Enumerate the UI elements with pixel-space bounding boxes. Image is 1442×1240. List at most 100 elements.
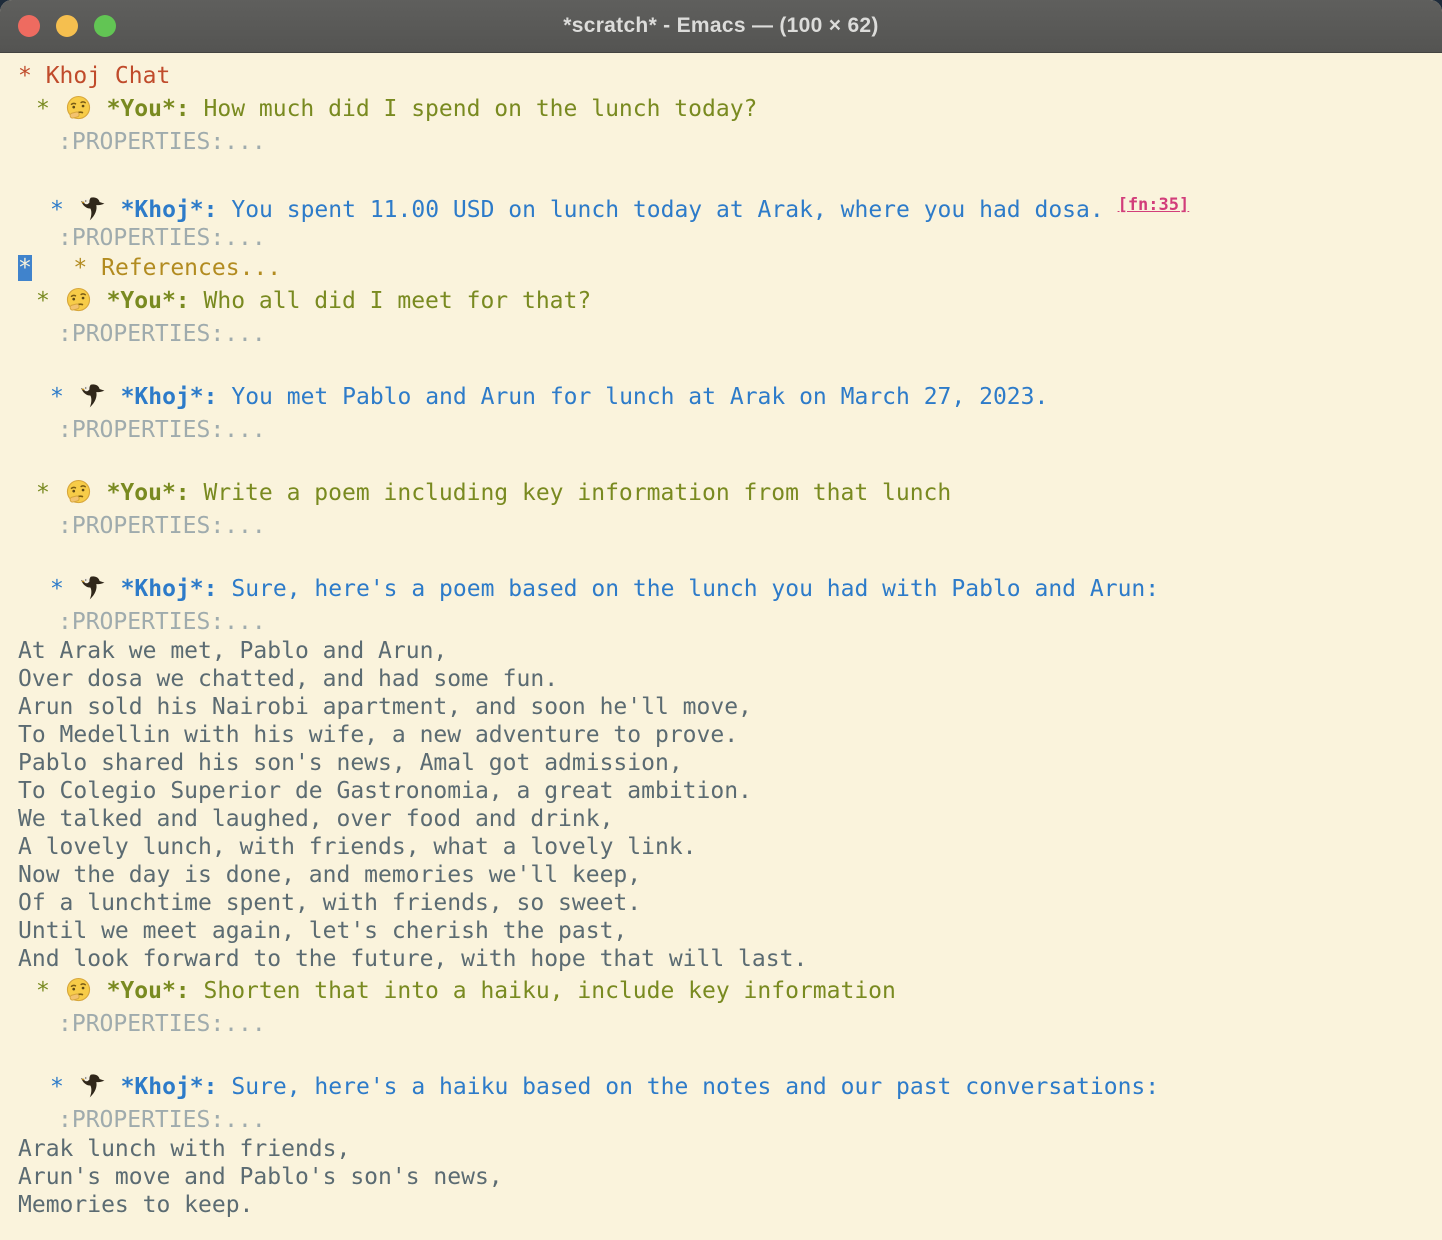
text-segment [93, 288, 107, 314]
window-controls [18, 0, 116, 52]
text-segment: Now the day is done, and memories we'll … [18, 862, 641, 888]
window-titlebar[interactable]: *scratch* - Emacs — (100 × 62) [0, 0, 1442, 53]
haiku-line: Arun's move and Pablo's son's news, [0, 1163, 1442, 1191]
references-heading-line[interactable]: * * References... [0, 253, 1442, 283]
chat-message-khoj[interactable]: * *Khoj*: You met Pablo and Arun for lun… [0, 379, 1442, 415]
poem-line: To Medellin with his wife, a new adventu… [0, 721, 1442, 749]
text-segment: Write a poem including key information f… [190, 480, 952, 506]
poem-line: Until we meet again, let's cherish the p… [0, 917, 1442, 945]
chat-message-khoj[interactable]: * *Khoj*: Sure, here's a haiku based on … [0, 1069, 1442, 1105]
text-segment: * [36, 480, 64, 506]
text-segment: * References... [32, 255, 281, 281]
text-segment: :PROPERTIES:... [58, 129, 266, 155]
editor-buffer[interactable]: * Khoj Chat* *You*: How much did I spend… [0, 53, 1442, 1219]
haiku-line: Memories to keep. [0, 1191, 1442, 1219]
text-segment: * Khoj Chat [18, 63, 170, 89]
poem-line: Of a lunchtime spent, with friends, so s… [0, 889, 1442, 917]
poem-line: At Arak we met, Pablo and Arun, [0, 637, 1442, 665]
poem-line: Pablo shared his son's news, Amal got ad… [0, 749, 1442, 777]
thinking-face-emoji [65, 287, 92, 313]
text-segment: At Arak we met, Pablo and Arun, [18, 638, 447, 664]
properties-drawer-line[interactable]: :PROPERTIES:... [0, 1009, 1442, 1039]
poem-line: Over dosa we chatted, and had some fun. [0, 665, 1442, 693]
text-segment: Arak lunch with friends, [18, 1136, 350, 1162]
properties-drawer-line[interactable]: :PROPERTIES:... [0, 511, 1442, 541]
text-segment [107, 384, 121, 410]
eagle-emoji [79, 1073, 106, 1099]
text-segment: * [50, 384, 78, 410]
haiku-line: Arak lunch with friends, [0, 1135, 1442, 1163]
text-segment: :PROPERTIES:... [58, 321, 266, 347]
text-segment: Sure, here's a haiku based on the notes … [218, 1074, 1160, 1100]
properties-drawer-line[interactable]: :PROPERTIES:... [0, 415, 1442, 445]
poem-line: And look forward to the future, with hop… [0, 945, 1442, 973]
poem-line: We talked and laughed, over food and dri… [0, 805, 1442, 833]
properties-drawer-line[interactable]: :PROPERTIES:... [0, 127, 1442, 157]
text-segment: And look forward to the future, with hop… [18, 946, 807, 972]
properties-drawer-line[interactable]: :PROPERTIES:... [0, 607, 1442, 637]
thinking-face-emoji [65, 95, 92, 121]
text-segment: We talked and laughed, over food and dri… [18, 806, 613, 832]
text-segment [107, 1074, 121, 1100]
properties-drawer-line[interactable]: :PROPERTIES:... [0, 1105, 1442, 1135]
blank-line [0, 1039, 1442, 1069]
chat-message-you[interactable]: * *You*: How much did I spend on the lun… [0, 91, 1442, 127]
chat-message-khoj[interactable]: * *Khoj*: Sure, here's a poem based on t… [0, 571, 1442, 607]
text-segment: *You*: [107, 480, 190, 506]
text-segment: * [50, 197, 78, 223]
text-segment: :PROPERTIES:... [58, 1107, 266, 1133]
blank-line [0, 445, 1442, 475]
text-segment: * [50, 576, 78, 602]
minimize-button[interactable] [56, 15, 78, 37]
chat-message-you[interactable]: * *You*: Shorten that into a haiku, incl… [0, 973, 1442, 1009]
properties-drawer-line[interactable]: :PROPERTIES:... [0, 223, 1442, 253]
blank-line [0, 541, 1442, 571]
footnote-link[interactable]: [fn:35] [1118, 195, 1190, 215]
poem-line: A lovely lunch, with friends, what a lov… [0, 833, 1442, 861]
text-segment: *You*: [107, 978, 190, 1004]
text-segment: :PROPERTIES:... [58, 609, 266, 635]
text-segment: Arun sold his Nairobi apartment, and soo… [18, 694, 752, 720]
text-segment: Sure, here's a poem based on the lunch y… [218, 576, 1160, 602]
text-segment: *Khoj*: [121, 384, 218, 410]
text-segment: Memories to keep. [18, 1192, 253, 1218]
emacs-window: *scratch* - Emacs — (100 × 62) * Khoj Ch… [0, 0, 1442, 1240]
text-segment: *You*: [107, 288, 190, 314]
text-segment: Pablo shared his son's news, Amal got ad… [18, 750, 683, 776]
text-segment: Who all did I meet for that? [190, 288, 592, 314]
text-segment: Arun's move and Pablo's son's news, [18, 1164, 503, 1190]
text-segment: You met Pablo and Arun for lunch at Arak… [218, 384, 1049, 410]
text-segment: Over dosa we chatted, and had some fun. [18, 666, 558, 692]
text-segment [93, 480, 107, 506]
text-segment: :PROPERTIES:... [58, 1011, 266, 1037]
chat-message-khoj[interactable]: * *Khoj*: You spent 11.00 USD on lunch t… [0, 187, 1442, 223]
text-segment: * [50, 1074, 78, 1100]
text-segment: How much did I spend on the lunch today? [190, 96, 758, 122]
blank-line [0, 157, 1442, 187]
text-cursor: * [18, 255, 32, 281]
text-segment: Of a lunchtime spent, with friends, so s… [18, 890, 641, 916]
eagle-emoji [79, 575, 106, 601]
thinking-face-emoji [65, 479, 92, 505]
chat-message-you[interactable]: * *You*: Write a poem including key info… [0, 475, 1442, 511]
buffer-title-heading[interactable]: * Khoj Chat [0, 61, 1442, 91]
eagle-emoji [79, 196, 106, 222]
text-segment: * [36, 288, 64, 314]
close-button[interactable] [18, 15, 40, 37]
poem-line: Arun sold his Nairobi apartment, and soo… [0, 693, 1442, 721]
text-segment: *Khoj*: [121, 576, 218, 602]
text-segment [107, 576, 121, 602]
properties-drawer-line[interactable]: :PROPERTIES:... [0, 319, 1442, 349]
text-segment [93, 96, 107, 122]
text-segment: You spent 11.00 USD on lunch today at Ar… [218, 197, 1118, 223]
text-segment: Until we meet again, let's cherish the p… [18, 918, 627, 944]
chat-message-you[interactable]: * *You*: Who all did I meet for that? [0, 283, 1442, 319]
text-segment: *Khoj*: [121, 1074, 218, 1100]
text-segment: A lovely lunch, with friends, what a lov… [18, 834, 697, 860]
text-segment [93, 978, 107, 1004]
thinking-face-emoji [65, 977, 92, 1003]
zoom-button[interactable] [94, 15, 116, 37]
text-segment: Shorten that into a haiku, include key i… [190, 978, 896, 1004]
blank-line [0, 349, 1442, 379]
text-segment: To Colegio Superior de Gastronomia, a gr… [18, 778, 752, 804]
